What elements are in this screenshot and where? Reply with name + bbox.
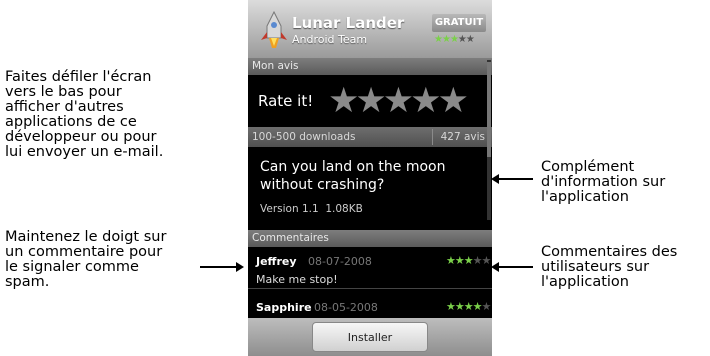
arrow-left-icon xyxy=(491,262,533,272)
callout-line: Maintenez le doigt sur xyxy=(5,229,167,245)
comment-rating-stars: ★★★★★ xyxy=(446,300,492,313)
rate-it-label: Rate it! xyxy=(258,92,314,110)
callout-line: Complément xyxy=(541,159,635,175)
downloads-bar: 100-500 downloads 427 avis xyxy=(248,127,492,147)
callout-line: l'application xyxy=(541,274,629,290)
star-icon: ★ xyxy=(463,254,474,267)
app-size: 1.08KB xyxy=(325,203,363,215)
star-icon[interactable]: ★ xyxy=(355,81,386,121)
callout-user-comments: Commentaires des utilisateurs sur l'appl… xyxy=(541,245,677,290)
divider xyxy=(248,288,492,289)
star-icon: ★ xyxy=(446,254,456,267)
star-icon: ★ xyxy=(434,34,443,45)
star-icon[interactable]: ★ xyxy=(328,81,359,121)
install-button[interactable]: Installer xyxy=(312,322,428,352)
rate-it-row[interactable]: Rate it! ★★★★★ xyxy=(248,77,492,127)
callout-app-info: Complément d'information sur l'applicati… xyxy=(541,160,665,205)
star-icon: ★ xyxy=(446,300,456,313)
star-icon: ★ xyxy=(454,254,465,267)
star-icon: ★ xyxy=(449,34,459,45)
app-rating-stars: ★★★★★ xyxy=(434,34,475,45)
comments-header: Commentaires xyxy=(248,230,492,247)
app-developer: Android Team xyxy=(292,33,368,46)
star-icon: ★ xyxy=(463,300,474,313)
star-icon: ★ xyxy=(472,254,483,267)
star-icon: ★ xyxy=(481,300,492,313)
comment-author: Sapphire xyxy=(256,301,312,314)
downloads-range: 100-500 downloads xyxy=(252,131,356,143)
callout-line: Commentaires des xyxy=(541,244,678,260)
callout-line: d'information sur xyxy=(541,174,666,190)
callout-flag-spam: Maintenez le doigt sur un commentaire po… xyxy=(5,230,166,290)
callout-line: afficher d'autres xyxy=(5,99,124,115)
star-icon: ★ xyxy=(441,34,451,45)
my-review-header: Mon avis xyxy=(248,58,492,75)
app-description: Can you land on the moon without crashin… xyxy=(260,158,446,194)
bottom-action-bar: Installer xyxy=(248,318,492,356)
star-icon[interactable]: ★ xyxy=(438,81,469,121)
rocket-icon xyxy=(261,10,287,48)
callout-line: lui envoyer un e-mail. xyxy=(5,144,164,160)
callout-line: utilisateurs sur xyxy=(541,259,650,275)
price-badge: GRATUIT xyxy=(432,14,486,32)
app-details-screen: Lunar Lander Android Team GRATUIT ★★★★★ … xyxy=(248,0,492,356)
callout-line: Faites défiler l'écran xyxy=(5,69,152,85)
callout-line: le signaler comme xyxy=(5,259,139,275)
callout-line: applications de ce xyxy=(5,114,137,130)
description-line: without crashing? xyxy=(260,177,385,193)
star-icon[interactable]: ★ xyxy=(410,81,441,121)
star-icon: ★ xyxy=(454,300,465,313)
comment-rating-stars: ★★★★★ xyxy=(446,254,492,267)
rating-stars-input[interactable]: ★★★★★ xyxy=(328,81,469,121)
callout-line: vers le bas pour xyxy=(5,84,122,100)
arrow-right-icon xyxy=(200,262,244,272)
reviews-count: 427 avis xyxy=(440,131,485,143)
star-icon: ★ xyxy=(481,254,492,267)
callout-line: un commentaire pour xyxy=(5,244,163,260)
app-title: Lunar Lander xyxy=(292,14,405,32)
star-icon: ★ xyxy=(472,300,483,313)
comment-author: Jeffrey xyxy=(256,255,297,268)
app-header: Lunar Lander Android Team GRATUIT ★★★★★ xyxy=(248,0,492,58)
callout-line: développeur ou pour xyxy=(5,129,157,145)
callout-scroll-more-apps: Faites défiler l'écran vers le bas pour … xyxy=(5,70,163,160)
version-info: Version 1.1 1.08KB xyxy=(260,203,363,215)
callout-line: l'application xyxy=(541,189,629,205)
star-icon: ★ xyxy=(465,34,475,45)
comment-date: 08-07-2008 xyxy=(308,255,372,268)
star-icon: ★ xyxy=(457,34,467,45)
arrow-left-icon xyxy=(491,174,533,184)
scrollbar-thumb[interactable] xyxy=(487,62,491,157)
callout-line: spam. xyxy=(5,274,50,290)
comment-text: Make me stop! xyxy=(256,273,338,286)
version-label: Version 1.1 xyxy=(260,203,319,215)
divider xyxy=(432,129,433,145)
description-line: Can you land on the moon xyxy=(260,159,446,175)
star-icon[interactable]: ★ xyxy=(383,81,414,121)
comment-date: 08-05-2008 xyxy=(314,301,378,314)
